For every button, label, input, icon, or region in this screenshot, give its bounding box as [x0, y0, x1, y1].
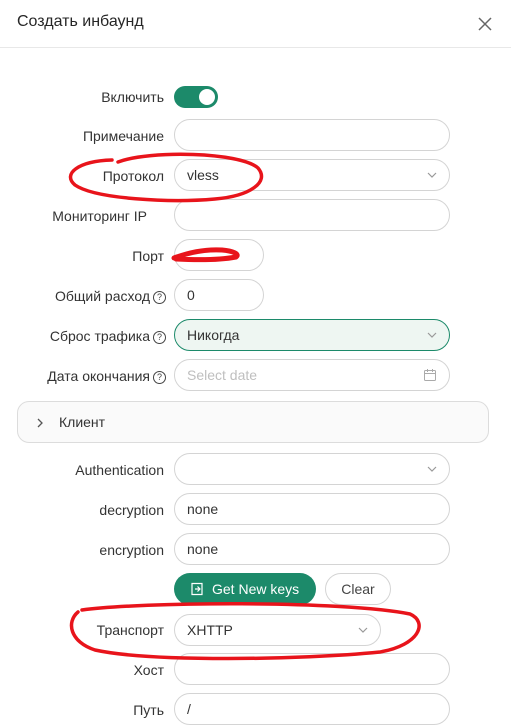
port-label: Порт: [132, 248, 164, 264]
authentication-select[interactable]: [174, 453, 450, 485]
enable-toggle[interactable]: [174, 86, 218, 108]
calendar-icon: [424, 369, 436, 381]
expiry-label: Дата окончания?: [47, 368, 166, 384]
toggle-knob: [199, 89, 215, 105]
client-collapse-title: Клиент: [59, 414, 106, 430]
remark-label: Примечание: [82, 128, 164, 144]
chevron-right-icon: [37, 418, 43, 428]
close-icon[interactable]: [475, 14, 495, 34]
chevron-down-icon: [427, 172, 437, 178]
help-icon[interactable]: ?: [153, 291, 166, 304]
transport-value: XHTTP: [187, 622, 233, 638]
chevron-down-icon: [427, 332, 437, 338]
monitor-ip-label: Мониторинг IP: [52, 208, 147, 224]
host-label: Хост: [133, 662, 164, 678]
modal-title: Создать инбаунд: [17, 13, 144, 30]
expiry-label-text: Дата окончания: [47, 368, 150, 384]
protocol-label: Протокол: [102, 168, 164, 184]
decryption-input[interactable]: none: [174, 493, 450, 525]
get-new-keys-label: Get New keys: [212, 581, 300, 597]
traffic-reset-select[interactable]: Никогда: [174, 319, 450, 351]
encryption-input[interactable]: none: [174, 533, 450, 565]
modal-header: Создать инбаунд: [0, 0, 511, 48]
decryption-label: decryption: [99, 502, 164, 518]
expiry-placeholder: Select date: [187, 367, 258, 383]
transport-select[interactable]: XHTTP: [174, 614, 381, 646]
transport-label: Транспорт: [96, 622, 164, 638]
path-label: Путь: [133, 702, 164, 718]
client-collapse[interactable]: Клиент: [17, 401, 489, 443]
help-icon[interactable]: ?: [153, 331, 166, 344]
traffic-reset-label: Сброс трафика?: [50, 328, 166, 344]
enable-label: Включить: [101, 89, 164, 105]
monitor-ip-input[interactable]: [174, 199, 450, 231]
total-traffic-label-text: Общий расход: [54, 288, 150, 304]
key-icon: [191, 582, 203, 596]
port-input[interactable]: [174, 239, 264, 271]
chevron-down-icon: [358, 627, 368, 633]
protocol-value: vless: [187, 167, 219, 183]
traffic-reset-value: Никогда: [187, 327, 240, 343]
chevron-down-icon: [427, 466, 437, 472]
host-input[interactable]: [174, 653, 450, 685]
help-icon[interactable]: ?: [153, 371, 166, 384]
protocol-select[interactable]: vless: [174, 159, 450, 191]
total-traffic-label: Общий расход?: [55, 288, 166, 304]
path-input[interactable]: /: [174, 693, 450, 725]
remark-input[interactable]: [174, 119, 450, 151]
traffic-reset-label-text: Сброс трафика: [49, 328, 150, 344]
create-inbound-modal: Создать инбаунд Включить Примечание Прот…: [0, 0, 511, 728]
get-new-keys-button[interactable]: Get New keys: [174, 573, 316, 605]
expiry-datepicker[interactable]: Select date: [174, 359, 450, 391]
total-traffic-input[interactable]: 0: [174, 279, 264, 311]
clear-button[interactable]: Clear: [325, 573, 391, 605]
encryption-label: encryption: [99, 542, 164, 558]
authentication-label: Authentication: [75, 462, 164, 478]
